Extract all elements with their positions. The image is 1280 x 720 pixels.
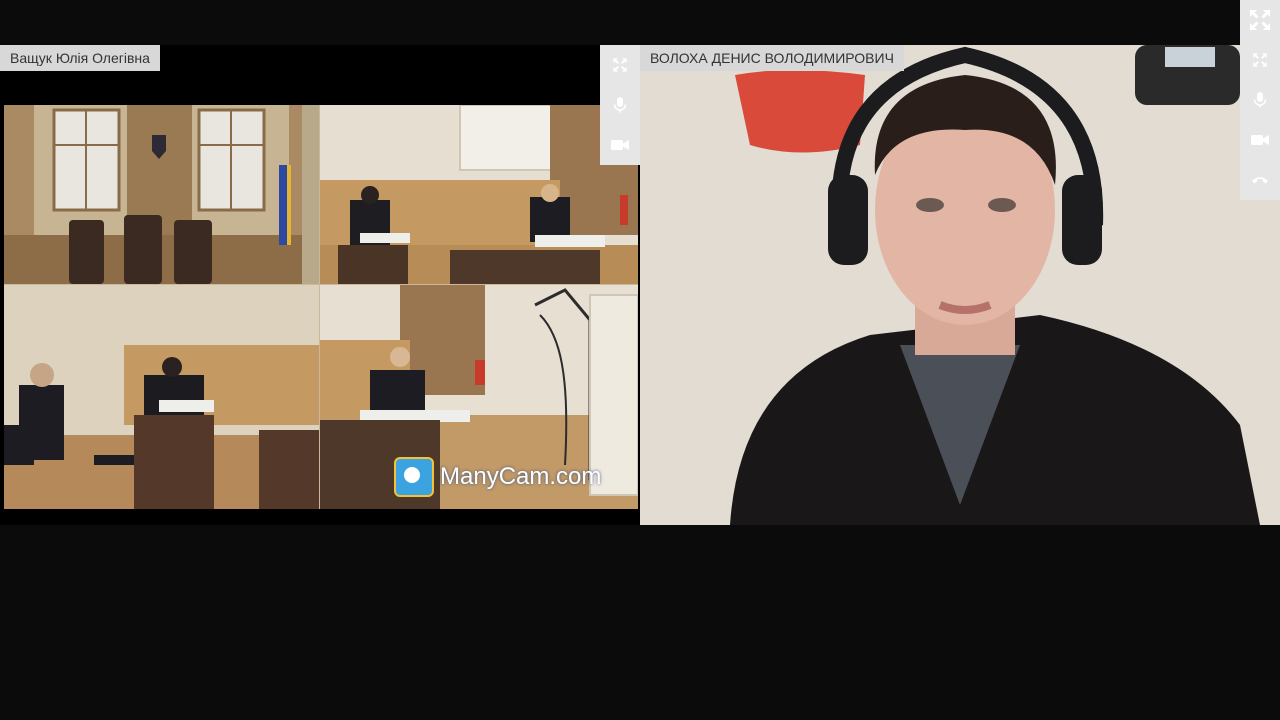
participant-tile-left[interactable]: Ващук Юлія Олегівна ManyCam.com (0, 45, 640, 525)
manycam-watermark: ManyCam.com (394, 457, 601, 497)
left-camera-button[interactable] (600, 125, 640, 165)
participant-name-label: ВОЛОХА ДЕНИС ВОЛОДИМИРОВИЧ (640, 45, 904, 71)
left-participant-controls (600, 45, 640, 165)
camera-icon (1251, 135, 1269, 145)
courtroom-video-stream: ManyCam.com (4, 105, 638, 509)
right-participant-controls (1240, 0, 1280, 200)
courtroom-camera-2 (320, 105, 638, 284)
right-camera-button[interactable] (1240, 120, 1280, 160)
right-fullscreen-button[interactable] (1240, 40, 1280, 80)
courtroom-camera-3 (4, 285, 319, 509)
participant-tile-right[interactable]: ВОЛОХА ДЕНИС ВОЛОДИМИРОВИЧ (640, 45, 1280, 525)
watermark-text: ManyCam.com (440, 463, 602, 490)
left-microphone-button[interactable] (600, 85, 640, 125)
fullscreen-icon (1253, 53, 1267, 67)
right-microphone-button[interactable] (1240, 80, 1280, 120)
fullscreen-icon (1250, 10, 1270, 30)
manycam-logo-icon (394, 457, 434, 497)
participant-name-label: Ващук Юлія Олегівна (0, 45, 160, 71)
camera-icon (611, 140, 629, 150)
global-fullscreen-button[interactable] (1240, 0, 1280, 40)
courtroom-camera-1 (4, 105, 319, 284)
left-fullscreen-button[interactable] (600, 45, 640, 85)
right-hangup-button[interactable] (1240, 160, 1280, 200)
hangup-icon (1252, 177, 1268, 184)
microphone-icon (613, 97, 627, 113)
webcam-video (640, 45, 1280, 525)
microphone-icon (1253, 92, 1267, 108)
fullscreen-icon (613, 58, 627, 72)
